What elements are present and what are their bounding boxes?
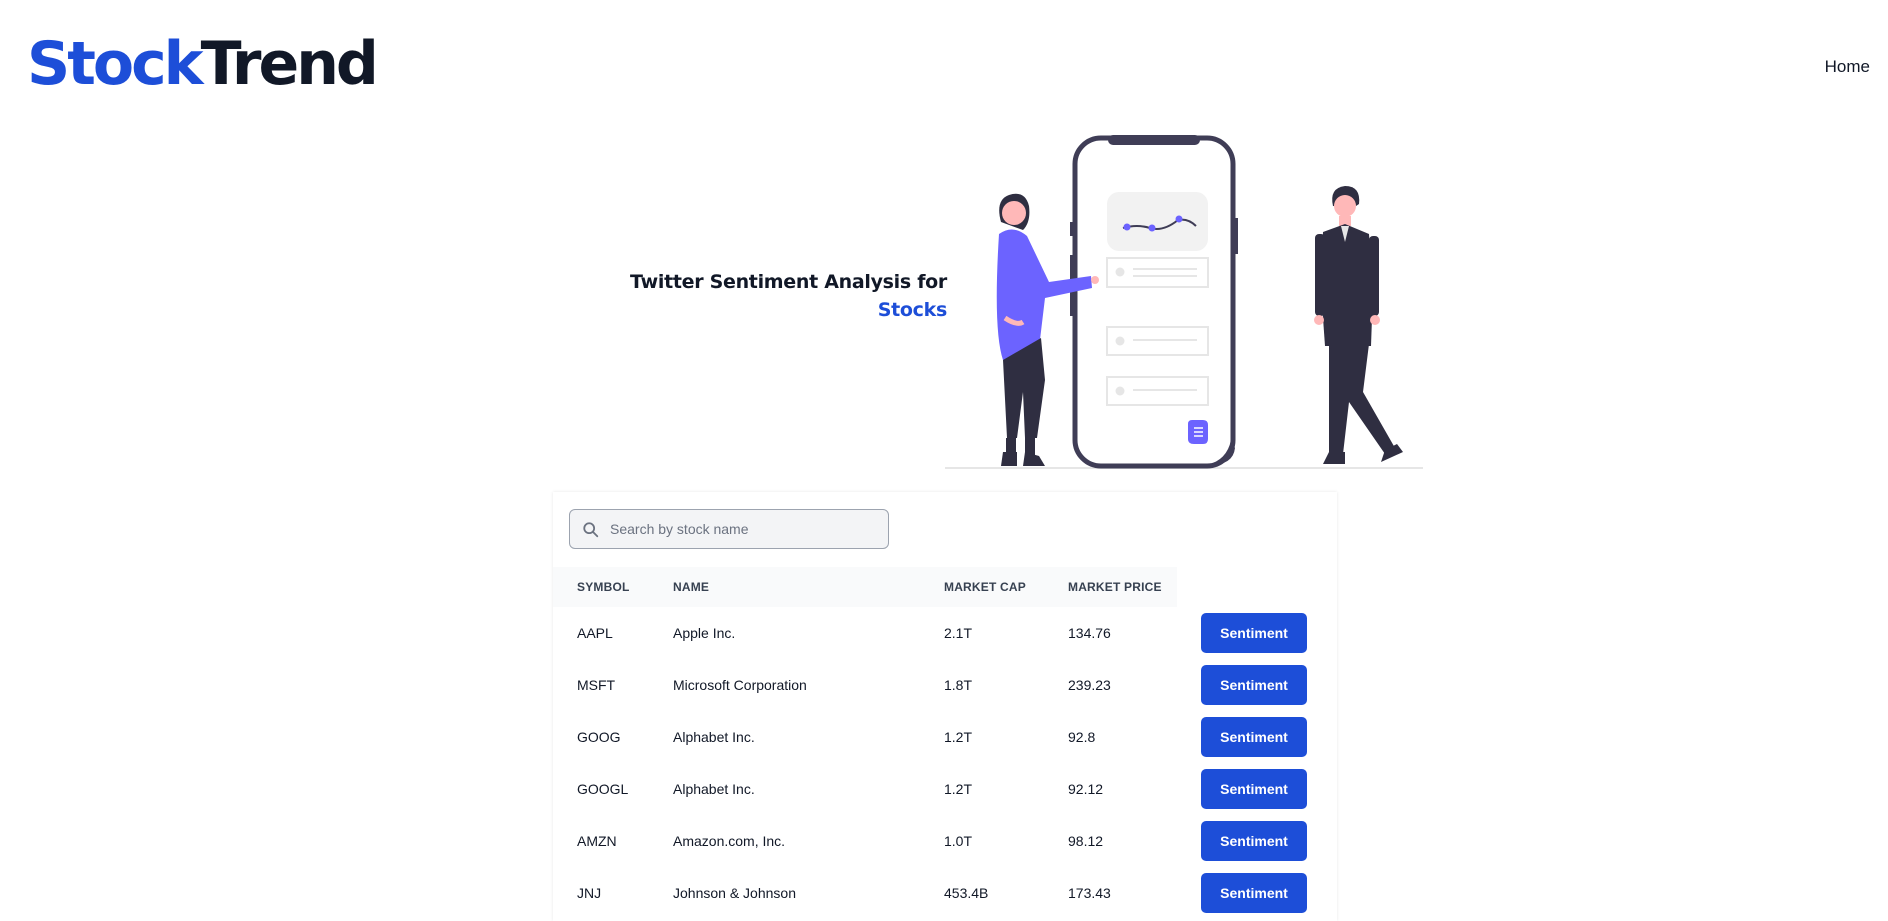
cell-symbol: JNJ bbox=[577, 885, 602, 901]
hero-title: Twitter Sentiment Analysis for Stocks bbox=[560, 268, 947, 324]
cell-name: Johnson & Johnson bbox=[673, 885, 796, 901]
cell-market-price: 239.23 bbox=[1068, 677, 1111, 693]
cell-name: Alphabet Inc. bbox=[673, 781, 755, 797]
cell-market-cap: 1.0T bbox=[944, 833, 973, 849]
table-row: GOOG Alphabet Inc. 1.2T 92.8 Sentiment bbox=[553, 711, 1337, 763]
sentiment-button[interactable]: Sentiment bbox=[1201, 717, 1307, 757]
header-market-cap: MARKET CAP bbox=[944, 580, 1026, 594]
table-header: SYMBOL NAME MARKET CAP MARKET PRICE bbox=[553, 567, 1177, 607]
sentiment-button[interactable]: Sentiment bbox=[1201, 613, 1307, 653]
cell-symbol: GOOGL bbox=[577, 781, 629, 797]
header-market-price: MARKET PRICE bbox=[1068, 580, 1162, 594]
cell-symbol: MSFT bbox=[577, 677, 616, 693]
table-row: GOOGL Alphabet Inc. 1.2T 92.12 Sentiment bbox=[553, 763, 1337, 815]
table-row: AAPL Apple Inc. 2.1T 134.76 Sentiment bbox=[553, 607, 1337, 659]
hero-title-line2: Stocks bbox=[877, 299, 948, 321]
table-row: AMZN Amazon.com, Inc. 1.0T 98.12 Sentime… bbox=[553, 815, 1337, 867]
logo[interactable]: StockTrend bbox=[27, 28, 379, 100]
cell-market-price: 92.12 bbox=[1068, 781, 1104, 797]
sentiment-button[interactable]: Sentiment bbox=[1201, 873, 1307, 913]
cell-market-price: 134.76 bbox=[1068, 625, 1111, 641]
cell-name: Microsoft Corporation bbox=[673, 677, 807, 693]
hero-title-line1: Twitter Sentiment Analysis for bbox=[630, 271, 947, 293]
nav-home-link[interactable]: Home bbox=[1825, 57, 1870, 77]
logo-trend: Trend bbox=[200, 29, 379, 99]
sentiment-button[interactable]: Sentiment bbox=[1201, 665, 1307, 705]
cell-symbol: AAPL bbox=[577, 625, 613, 641]
cell-name: Apple Inc. bbox=[673, 625, 736, 641]
search-box[interactable] bbox=[569, 509, 889, 549]
cell-market-cap: 1.2T bbox=[944, 729, 973, 745]
search-input[interactable] bbox=[610, 510, 880, 548]
man-illustration bbox=[1314, 186, 1403, 464]
cell-market-cap: 453.4B bbox=[944, 885, 989, 901]
sentiment-button[interactable]: Sentiment bbox=[1201, 769, 1307, 809]
header-symbol: SYMBOL bbox=[577, 580, 630, 594]
phone-illustration bbox=[1070, 135, 1238, 469]
table-row: MSFT Microsoft Corporation 1.8T 239.23 S… bbox=[553, 659, 1337, 711]
stock-table-card: SYMBOL NAME MARKET CAP MARKET PRICE AAPL… bbox=[553, 492, 1337, 921]
logo-stock: Stock bbox=[27, 29, 204, 99]
cell-market-cap: 1.8T bbox=[944, 677, 973, 693]
cell-name: Alphabet Inc. bbox=[673, 729, 755, 745]
cell-market-price: 98.12 bbox=[1068, 833, 1104, 849]
search-icon bbox=[583, 522, 599, 538]
cell-market-cap: 1.2T bbox=[944, 781, 973, 797]
header-name: NAME bbox=[673, 580, 710, 594]
cell-market-cap: 2.1T bbox=[944, 625, 973, 641]
cell-symbol: GOOG bbox=[577, 729, 621, 745]
people-phone-chart-illustration bbox=[945, 135, 1423, 469]
sentiment-button[interactable]: Sentiment bbox=[1201, 821, 1307, 861]
cell-market-price: 173.43 bbox=[1068, 885, 1111, 901]
table-row: JNJ Johnson & Johnson 453.4B 173.43 Sent… bbox=[553, 867, 1337, 919]
cell-symbol: AMZN bbox=[577, 833, 617, 849]
cell-name: Amazon.com, Inc. bbox=[673, 833, 786, 849]
cell-market-price: 92.8 bbox=[1068, 729, 1096, 745]
